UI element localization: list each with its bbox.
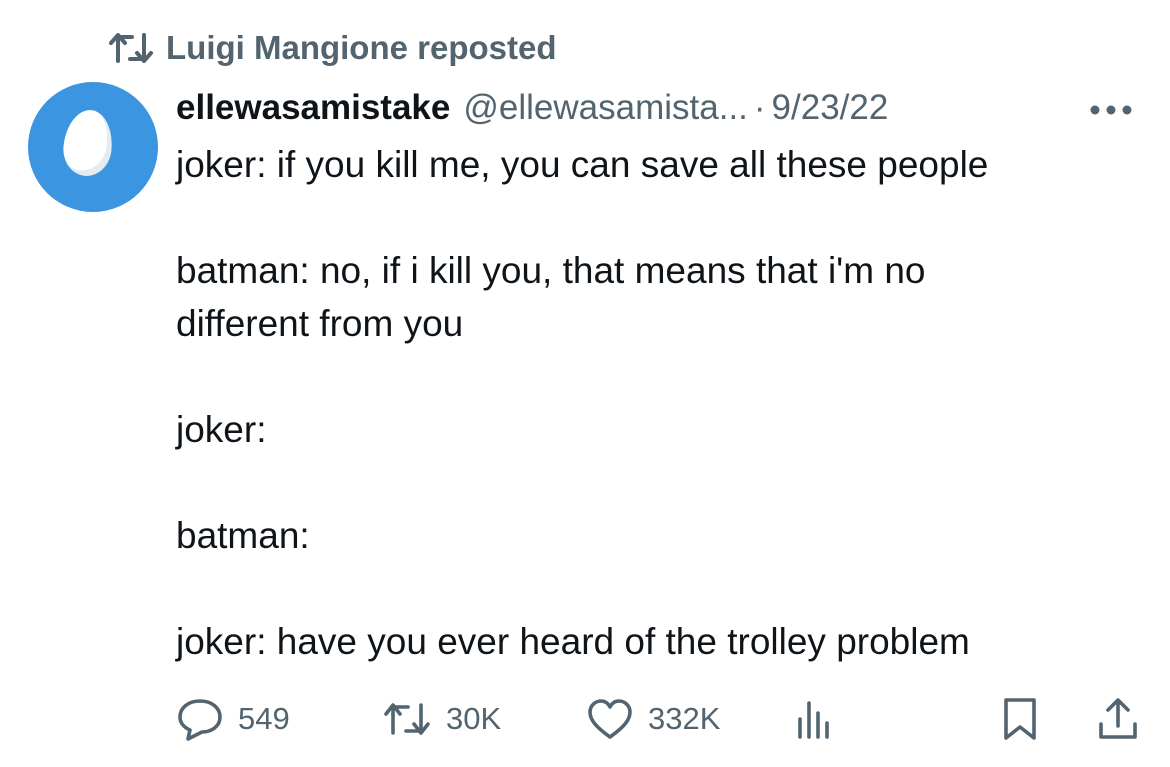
reply-icon: [176, 697, 224, 741]
header-separator: ·: [753, 88, 766, 127]
share-button[interactable]: [1096, 694, 1140, 744]
like-button[interactable]: 332K: [586, 694, 720, 744]
bookmark-button[interactable]: [1000, 694, 1040, 744]
egg-avatar-icon: [60, 107, 116, 179]
tweet-text-line: joker: have you ever heard of the trolle…: [176, 621, 970, 662]
tweet-text-line: joker:: [176, 409, 267, 450]
tweet-text-line: [176, 456, 1156, 509]
more-options-icon[interactable]: [1086, 90, 1136, 126]
tweet-text-line: [176, 191, 1156, 244]
repost-indicator[interactable]: Luigi Mangione reposted: [108, 28, 557, 68]
author-handle[interactable]: @ellewasamista...: [463, 88, 748, 128]
author-display-name[interactable]: ellewasamistake: [176, 88, 450, 128]
reply-count: 549: [238, 701, 290, 736]
views-chart-icon: [792, 697, 836, 741]
tweet-text-line: [176, 562, 1156, 615]
avatar[interactable]: [28, 82, 158, 212]
action-bar: 549 30K 332K: [176, 694, 1142, 744]
heart-icon: [586, 697, 634, 741]
tweet-text-line: [176, 350, 1156, 403]
repost-count: 30K: [446, 701, 502, 736]
views-button[interactable]: [792, 694, 836, 744]
tweet-date[interactable]: 9/23/22: [772, 88, 889, 128]
tweet-text-line: different from you: [176, 303, 464, 344]
repost-icon: [108, 31, 154, 65]
tweet-text: joker: if you kill me, you can save all …: [176, 138, 1156, 668]
bookmark-icon: [1000, 696, 1040, 742]
share-icon: [1096, 696, 1140, 742]
tweet-text-line: batman:: [176, 515, 310, 556]
repost-icon: [382, 699, 432, 739]
tweet-header: ellewasamistake @ellewasamista... · 9/23…: [176, 84, 1136, 132]
repost-label: Luigi Mangione reposted: [166, 29, 557, 66]
like-count: 332K: [648, 701, 721, 736]
repost-button[interactable]: 30K: [382, 694, 501, 744]
tweet-text-line: batman: no, if i kill you, that means th…: [176, 250, 926, 291]
reply-button[interactable]: 549: [176, 694, 290, 744]
tweet-text-line: joker: if you kill me, you can save all …: [176, 144, 989, 185]
